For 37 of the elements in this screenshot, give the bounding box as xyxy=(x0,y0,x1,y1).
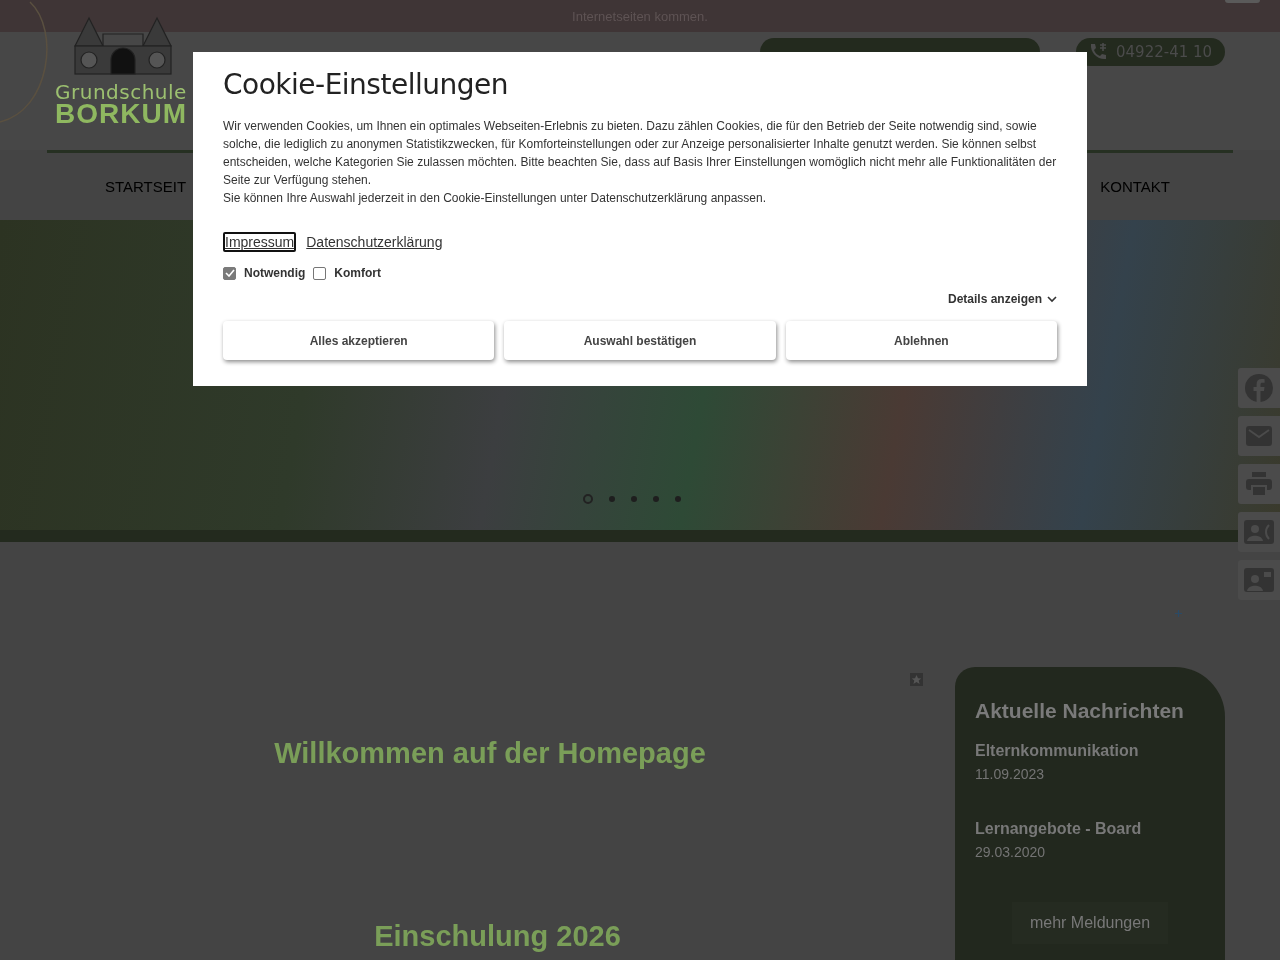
checkbox-label: Notwendig xyxy=(244,266,306,280)
print-button[interactable] xyxy=(1238,464,1280,504)
section-heading: Einschulung 2026 xyxy=(374,920,621,953)
person-mail-icon xyxy=(1244,568,1274,592)
dialog-link[interactable]: Impressum xyxy=(223,232,297,252)
slider-dot[interactable] xyxy=(653,496,659,502)
person-phone-icon xyxy=(1244,520,1274,544)
top-bar-button[interactable] xyxy=(1225,0,1260,3)
news-date: 29.03.2020 xyxy=(975,844,1047,861)
slider-dot[interactable] xyxy=(609,496,615,502)
news-title: Aktuelle Nachrichten xyxy=(975,698,1185,724)
star-icon xyxy=(910,673,923,686)
printer-icon xyxy=(1246,472,1272,496)
chevron-down-icon xyxy=(1047,295,1057,303)
slider-dot[interactable] xyxy=(583,494,593,504)
checkbox-label: Komfort xyxy=(334,266,381,280)
dialog-title: Cookie-Einstellungen xyxy=(223,68,509,101)
facebook-icon xyxy=(1245,374,1273,402)
slider-dot[interactable] xyxy=(631,496,637,502)
page-heading: Willkommen auf der Homepage xyxy=(274,737,706,770)
facebook-button[interactable] xyxy=(1238,368,1280,408)
slider-dot[interactable] xyxy=(675,496,681,502)
email-button[interactable] xyxy=(1238,416,1280,456)
dialog-text: Wir verwenden Cookies, um Ihnen ein optimales Webseiten-Erlebnis zu bieten. Dazu zählen Cookies, die für den Betrieb der Seite notwendig sind, sowie solche, die lediglich zu anonymen Statistikzwecken, für Komforteinstellungen oder zur Anzeige personalisierter Inhalte genutzt werden. Sie können selbst entscheiden, welche Kategorien Sie zulassen möchten. Bitte beachten Sie, dass auf Basis Ihrer Einstellungen womöglich nicht mehr alle Funktionalitäten der Seite zur Verfügung stehen. xyxy=(223,118,1057,189)
checkbox[interactable] xyxy=(313,266,327,280)
dialog-link[interactable]: Datenschutzerklärung xyxy=(304,232,445,252)
details-toggle[interactable]: Details anzeigen xyxy=(947,292,1057,306)
news-date: 11.09.2023 xyxy=(975,766,1046,783)
dialog-button[interactable]: Ablehnen xyxy=(785,321,1057,360)
plus-icon xyxy=(1175,610,1182,617)
phone-icon xyxy=(1088,43,1108,61)
dialog-button[interactable]: Alles akzeptieren xyxy=(223,321,495,360)
envelope-icon xyxy=(1246,426,1272,446)
contact-mail-button[interactable] xyxy=(1238,560,1280,600)
contact-phone-button[interactable] xyxy=(1238,512,1280,552)
dialog-button[interactable]: Auswahl bestätigen xyxy=(504,321,776,360)
dialog-text: Sie können Ihre Auswahl jederzeit in den Cookie-Einstellungen unter Datenschutzerklärung anpassen. xyxy=(223,190,767,207)
